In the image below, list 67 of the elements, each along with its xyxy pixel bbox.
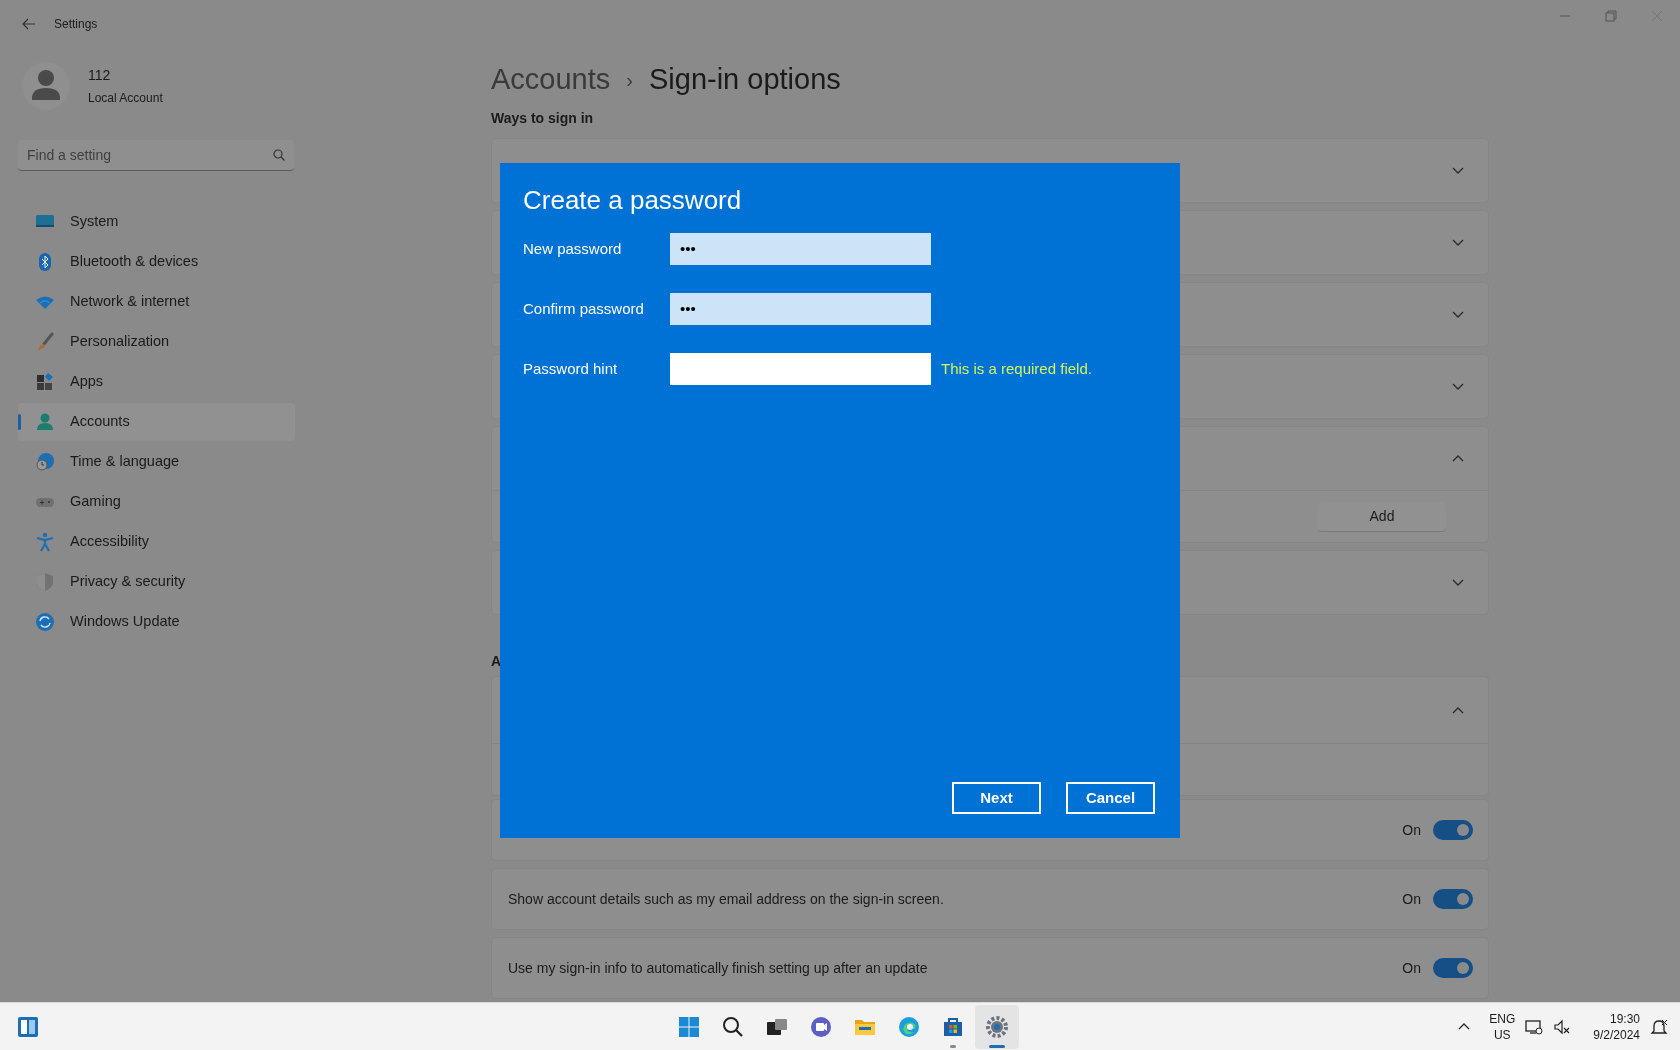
chevron-down-icon[interactable] (1451, 238, 1465, 247)
chevron-up-icon[interactable] (1457, 1022, 1472, 1031)
dialog-title: Create a password (523, 184, 743, 217)
shield-icon (35, 572, 55, 592)
next-button[interactable]: Next (952, 782, 1041, 814)
nav-item[interactable]: System (18, 203, 295, 241)
globe-clock-icon (35, 452, 55, 472)
nav-item[interactable]: Accounts (18, 403, 295, 441)
nav-item[interactable]: Privacy & security (18, 563, 295, 601)
gear-icon[interactable] (985, 1014, 1009, 1039)
update-icon (35, 612, 55, 632)
toggle-state-label: On (1402, 958, 1421, 978)
input-field[interactable]: ••• (670, 233, 931, 265)
toggle-switch[interactable] (1433, 820, 1473, 840)
clock-date[interactable]: 9/2/2024 (1593, 1026, 1640, 1043)
person-icon (35, 412, 55, 432)
network-monitor-icon[interactable] (1525, 1018, 1544, 1035)
clock-time[interactable]: 19:30 (1609, 1010, 1640, 1027)
account-type: Local Account (88, 90, 163, 107)
nav-item[interactable]: Windows Update (18, 603, 295, 641)
language-indicator[interactable]: ENG (1489, 1010, 1516, 1027)
page-title: Sign-in options (648, 62, 841, 98)
toggle-switch[interactable] (1433, 889, 1473, 909)
breadcrumb-link[interactable]: Accounts (491, 58, 611, 102)
input-field[interactable] (670, 353, 931, 385)
widgets-icon[interactable] (16, 1015, 40, 1039)
window-title: Settings (54, 16, 98, 33)
section-heading: Ways to sign in (491, 109, 595, 128)
setting-label: Use my sign-in info to automatically finish setting up after an update (508, 958, 928, 978)
nav-item[interactable]: Apps (18, 363, 295, 401)
back-arrow-icon[interactable] (22, 18, 36, 30)
chevron-down-icon[interactable] (1451, 166, 1465, 175)
accessibility-icon (35, 532, 55, 552)
region-indicator[interactable]: US (1493, 1026, 1511, 1043)
running-indicator (989, 1044, 1005, 1048)
breadcrumb-separator: › (626, 68, 633, 93)
browser-icon[interactable] (897, 1014, 921, 1039)
cancel-button[interactable]: Cancel (1066, 782, 1155, 814)
search-field[interactable]: Find a setting (18, 140, 294, 171)
search-icon[interactable] (721, 1014, 745, 1039)
chevron-down-icon[interactable] (1451, 382, 1465, 391)
error-message: This is a required field. (941, 358, 1092, 379)
account-name: 112 (88, 66, 112, 85)
nav-item[interactable]: Personalization (18, 323, 295, 361)
setting-label: Show account details such as my email address on the sign-in screen. (508, 889, 944, 909)
nav-item[interactable]: Accessibility (18, 523, 295, 561)
nav-item[interactable]: Network & internet (18, 283, 295, 321)
chat-icon[interactable] (809, 1014, 833, 1039)
toggle-state-label: On (1402, 820, 1421, 840)
start-icon[interactable] (677, 1014, 701, 1039)
running-indicator (950, 1044, 956, 1048)
nav-item[interactable]: Time & language (18, 443, 295, 481)
field-label: New password (523, 238, 623, 259)
input-field[interactable]: ••• (670, 293, 931, 325)
field-label: Confirm password (523, 298, 645, 319)
notification-bell-icon[interactable] (1650, 1017, 1668, 1036)
volume-muted-icon[interactable] (1553, 1018, 1572, 1035)
nav-item[interactable]: Gaming (18, 483, 295, 521)
chevron-down-icon[interactable] (1451, 310, 1465, 319)
section-heading: A (491, 652, 503, 667)
apps-icon (35, 372, 55, 392)
chevron-down-icon[interactable] (1451, 578, 1465, 587)
field-label: Password hint (523, 358, 619, 379)
toggle-state-label: On (1402, 889, 1421, 909)
toggle-switch[interactable] (1433, 958, 1473, 978)
nav-item[interactable]: Bluetooth & devices (18, 243, 295, 281)
brush-icon (35, 332, 55, 352)
